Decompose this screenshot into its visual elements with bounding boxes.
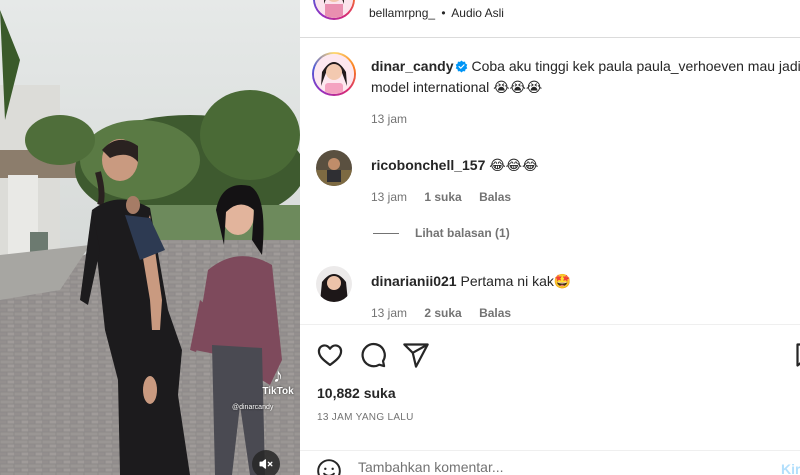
comment-composer: Kirim (300, 450, 800, 475)
comment-avatar[interactable] (316, 150, 352, 186)
caption-meta: 13 jam (371, 112, 421, 126)
bookmark-icon (796, 343, 800, 367)
header-avatar-image (315, 0, 353, 18)
mute-button[interactable] (252, 450, 280, 475)
header-separator: • (441, 6, 446, 20)
send-icon (403, 343, 429, 368)
caption-avatar[interactable] (312, 52, 356, 96)
audio-link[interactable]: Audio Asli (451, 6, 504, 20)
comment-likes[interactable]: 2 suka (424, 306, 461, 320)
post-comment-button[interactable]: Kirim (781, 461, 800, 475)
comment-input[interactable] (358, 459, 758, 475)
tiktok-logo-icon: ♪ (273, 365, 283, 387)
comment-avatar-image (316, 150, 352, 186)
view-replies-button[interactable]: Lihat balasan (1) (373, 226, 510, 240)
comment-body: dinarianii021 Pertama ni kak🤩 (371, 271, 800, 292)
comment-item: dinarianii021 Pertama ni kak🤩 13 jam 2 s… (312, 266, 796, 326)
header-info: bellamrpng_ • Audio Asli (369, 6, 504, 20)
comment-avatar[interactable] (316, 266, 352, 302)
comment-meta: 13 jam 2 suka Balas (371, 306, 525, 320)
reply-button[interactable]: Balas (479, 306, 511, 320)
tiktok-watermark: ♪ TikTok (258, 366, 298, 397)
comment-text: 😂😂😂 (489, 157, 539, 173)
comment-time[interactable]: 13 jam (371, 190, 407, 204)
muted-speaker-icon (259, 459, 273, 469)
comment-body: ricobonchell_157 😂😂😂 (371, 155, 800, 176)
caption-username[interactable]: dinar_candy (371, 58, 453, 74)
view-replies-line (373, 232, 399, 234)
verified-badge-icon (456, 60, 468, 73)
comment-avatar-image (316, 266, 352, 302)
comment-button[interactable] (359, 341, 387, 369)
likes-count[interactable]: 10,882 suka (317, 385, 396, 401)
tiktok-watermark-label: TikTok (262, 386, 294, 397)
heart-icon (317, 344, 343, 367)
post-header: bellamrpng_ • Audio Asli (300, 0, 800, 38)
like-button[interactable] (316, 341, 344, 369)
post-detail-panel: bellamrpng_ • Audio Asli dinar_candy Coba… (300, 0, 800, 475)
comment-time[interactable]: 13 jam (371, 306, 407, 320)
caption-body: dinar_candy Coba aku tinggi kek paula pau… (371, 56, 800, 98)
comment-likes[interactable]: 1 suka (424, 190, 461, 204)
tiktok-watermark-handle: @dinarcandy (232, 404, 274, 411)
comment-meta: 13 jam 1 suka Balas (371, 190, 525, 204)
comment-icon (361, 342, 386, 368)
caption: dinar_candy Coba aku tinggi kek paula pau… (312, 52, 800, 132)
header-avatar[interactable] (313, 0, 355, 20)
post-actions: 10,882 suka 13 JAM YANG LALU Kirim (300, 324, 800, 475)
emoji-icon[interactable] (316, 458, 342, 475)
header-username[interactable]: bellamrpng_ (369, 6, 435, 20)
post-time[interactable]: 13 JAM YANG LALU (317, 412, 414, 423)
comment-text: Pertama ni kak🤩 (460, 273, 572, 289)
caption-avatar-image (314, 54, 354, 94)
post-video[interactable]: ♪ TikTok @dinarcandy (0, 0, 300, 475)
view-replies-label: Lihat balasan (1) (415, 226, 510, 240)
save-button[interactable] (794, 341, 800, 369)
comment-username[interactable]: dinarianii021 (371, 273, 457, 289)
reply-button[interactable]: Balas (479, 190, 511, 204)
comment-username[interactable]: ricobonchell_157 (371, 157, 485, 173)
share-button[interactable] (402, 341, 430, 369)
caption-time[interactable]: 13 jam (371, 112, 407, 126)
